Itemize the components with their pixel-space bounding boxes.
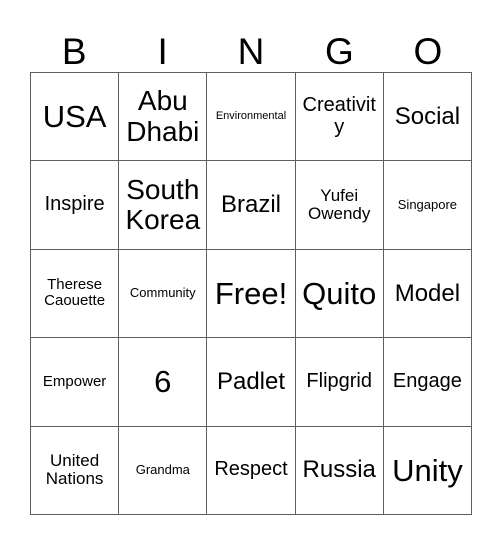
bingo-cell-label: Grandma (135, 462, 190, 478)
bingo-header-letter: G (325, 31, 354, 72)
bingo-cell-label: Respect (214, 458, 288, 481)
bingo-cell[interactable]: Social (383, 73, 473, 162)
bingo-cell-label: Unity (392, 452, 463, 488)
bingo-cell[interactable]: Unity (383, 426, 473, 515)
bingo-header-i: I (118, 0, 206, 72)
bingo-row: USA Abu Dhabi Environmental Creativity S… (31, 73, 473, 162)
bingo-cell-label: Model (394, 279, 461, 307)
bingo-cell[interactable]: South Korea (119, 161, 208, 250)
bingo-row: Inspire South Korea Brazil Yufei Owendy … (31, 161, 473, 250)
bingo-cell-label: Quito (302, 275, 377, 311)
bingo-cell-label: Inspire (44, 193, 105, 216)
bingo-cell-label: Abu Dhabi (126, 85, 200, 147)
bingo-cell[interactable]: Russia (295, 426, 384, 515)
bingo-header-n: N (207, 0, 295, 72)
bingo-cell[interactable]: Therese Caouette (31, 249, 120, 339)
bingo-cell[interactable]: Empower (31, 338, 120, 427)
bingo-cell-label: Social (394, 102, 461, 130)
bingo-cell-label: USA (42, 98, 107, 134)
bingo-row: Empower 6 Padlet Flipgrid Engage (31, 338, 473, 427)
bingo-cell[interactable]: Creativity (295, 73, 384, 162)
bingo-grid: USA Abu Dhabi Environmental Creativity S… (30, 72, 473, 515)
bingo-cell-label: Free! (214, 275, 288, 311)
bingo-row: Therese Caouette Community Free! Quito M… (31, 249, 473, 339)
bingo-cell-label: Brazil (221, 191, 282, 219)
bingo-cell-label: Padlet (216, 367, 286, 395)
bingo-cell[interactable]: Flipgrid (295, 338, 384, 427)
bingo-cell-label: South Korea (125, 173, 201, 236)
bingo-cell[interactable]: Quito (295, 249, 384, 339)
bingo-cell-label: Therese Caouette (44, 276, 106, 310)
bingo-cell-label: Creativity (302, 94, 376, 138)
bingo-cell-label: Community (129, 285, 196, 301)
bingo-header-letter: I (157, 31, 168, 72)
bingo-cell-label: United Nations (45, 450, 104, 489)
bingo-cell-label: Empower (42, 372, 107, 390)
bingo-cell-label: Flipgrid (306, 370, 372, 393)
bingo-cell[interactable]: USA (31, 73, 120, 162)
bingo-row: United Nations Grandma Respect Russia Un… (31, 426, 473, 515)
bingo-header-row: B I N G O (30, 0, 472, 72)
bingo-cell[interactable]: Yufei Owendy (295, 161, 384, 250)
bingo-cell[interactable]: Brazil (207, 161, 296, 250)
bingo-cell[interactable]: Engage (383, 338, 473, 427)
bingo-cell[interactable]: Abu Dhabi (119, 73, 208, 162)
bingo-header-letter: N (237, 31, 265, 72)
bingo-cell-label: Yufei Owendy (308, 185, 371, 224)
bingo-header-b: B (30, 0, 118, 72)
bingo-cell-label: Russia (302, 456, 376, 484)
bingo-cell[interactable]: Padlet (207, 338, 296, 427)
bingo-header-g: G (295, 0, 383, 72)
bingo-cell[interactable]: Grandma (119, 426, 208, 515)
bingo-cell-label: 6 (154, 364, 172, 400)
bingo-header-letter: O (413, 31, 443, 72)
bingo-cell-label: Singapore (397, 197, 458, 213)
bingo-cell[interactable]: 6 (119, 338, 208, 427)
bingo-cell-label: Engage (392, 370, 462, 393)
bingo-header-letter: B (61, 31, 87, 72)
bingo-cell-label: Environmental (215, 109, 287, 122)
bingo-cell[interactable]: Inspire (31, 161, 120, 250)
bingo-header-o: O (384, 0, 472, 72)
bingo-cell[interactable]: Model (383, 249, 473, 339)
bingo-cell[interactable]: Singapore (383, 161, 473, 250)
bingo-cell[interactable]: Respect (207, 426, 296, 515)
bingo-cell[interactable]: Community (119, 249, 208, 339)
bingo-cell[interactable]: United Nations (31, 426, 120, 515)
bingo-cell-free[interactable]: Free! (207, 249, 296, 339)
bingo-card: B I N G O USA Abu Dhabi Environmental Cr… (30, 0, 473, 515)
bingo-cell[interactable]: Environmental (207, 73, 296, 162)
